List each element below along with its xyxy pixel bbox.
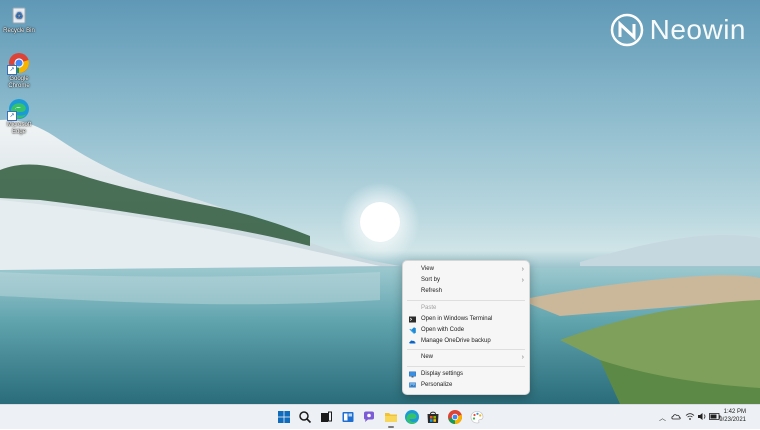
onedrive-icon: [409, 340, 416, 344]
menu-item-label: Personalize: [421, 381, 453, 388]
paint-icon[interactable]: [469, 409, 485, 425]
menu-item-label: Refresh: [421, 288, 443, 295]
display-icon: [409, 371, 416, 377]
menu-item-refresh[interactable]: Refresh: [403, 286, 529, 297]
menu-item-paste: Paste: [403, 303, 529, 314]
volume-icon[interactable]: [697, 412, 707, 423]
chrome-taskbar-icon[interactable]: [447, 409, 463, 425]
edge-icon: ↗: [7, 98, 30, 121]
file-explorer-icon[interactable]: [383, 409, 399, 428]
watermark-text: Neowin: [649, 14, 746, 45]
svg-text:♻: ♻: [15, 12, 23, 22]
widgets-icon[interactable]: [340, 409, 356, 425]
menu-item-label: Open in Windows Terminal: [421, 315, 493, 322]
chevron-right-icon: ›: [521, 277, 524, 285]
chat-icon[interactable]: [361, 409, 377, 425]
desktop-icon-label: Microsoft Edge: [6, 122, 32, 135]
menu-separator: [407, 349, 525, 351]
desktop[interactable]: ♻ Recycle Bin ↗ Google Chrome ↗ Microsof…: [0, 0, 760, 404]
menu-item-label: View: [421, 266, 434, 272]
menu-item-label: Sort by: [421, 277, 441, 284]
menu-separator: [407, 365, 525, 367]
terminal-icon: [409, 316, 416, 323]
desktop-icon-label: Recycle Bin: [3, 28, 35, 34]
menu-item-label: Display settings: [421, 370, 464, 377]
menu-item-personalize[interactable]: Personalize: [403, 380, 529, 391]
shortcut-arrow-icon: ↗: [7, 65, 17, 75]
desktop-icon-edge[interactable]: ↗ Microsoft Edge: [2, 98, 36, 136]
chevron-right-icon: ›: [521, 266, 524, 273]
chrome-icon: ↗: [7, 52, 30, 75]
menu-item-open-terminal[interactable]: Open in Windows Terminal: [403, 314, 529, 325]
menu-item-label: Manage OneDrive backup: [421, 338, 491, 345]
taskbar[interactable]: ︿ 1:42 PM 9/23/2021: [0, 404, 760, 429]
menu-item-open-with-code[interactable]: Open with Code: [403, 325, 529, 336]
edge-taskbar-icon[interactable]: [404, 409, 420, 425]
onedrive-tray-icon[interactable]: [671, 412, 681, 422]
system-clock[interactable]: 1:42 PM 9/23/2021: [719, 408, 746, 424]
store-icon[interactable]: [425, 409, 441, 425]
menu-item-new[interactable]: New ›: [403, 352, 529, 363]
vscode-icon: [409, 327, 416, 334]
menu-item-display-settings[interactable]: Display settings: [403, 369, 529, 380]
wifi-icon[interactable]: [685, 412, 695, 423]
menu-item-onedrive-backup[interactable]: Manage OneDrive backup: [403, 336, 529, 347]
chevron-right-icon: ›: [521, 354, 524, 362]
shortcut-arrow-icon: ↗: [7, 111, 17, 121]
neowin-watermark: Neowin: [610, 12, 746, 48]
neowin-logo-icon: [610, 13, 643, 47]
menu-item-sort-by[interactable]: Sort by ›: [403, 275, 529, 286]
menu-item-label: Open with Code: [421, 326, 465, 333]
chevron-up-icon[interactable]: ︿: [659, 413, 666, 423]
recycle-bin-icon: ♻: [8, 4, 30, 26]
search-icon[interactable]: [297, 409, 313, 425]
windows-start-icon[interactable]: [276, 409, 292, 425]
personalize-icon: [409, 382, 416, 388]
task-view-icon[interactable]: [318, 409, 334, 425]
menu-item-label: New: [421, 354, 434, 361]
desktop-context-menu[interactable]: View › Sort by › Refresh Paste Open in W…: [402, 260, 530, 395]
desktop-icon-recycle-bin[interactable]: ♻ Recycle Bin: [2, 4, 36, 35]
desktop-icon-label: Google Chrome: [8, 76, 30, 89]
menu-item-view[interactable]: View ›: [403, 264, 529, 275]
menu-item-label: Paste: [421, 304, 437, 311]
clock-time: 1:42 PM: [723, 409, 746, 415]
desktop-icon-chrome[interactable]: ↗ Google Chrome: [2, 52, 36, 90]
wallpaper: [0, 119, 760, 404]
clock-date: 9/23/2021: [719, 417, 746, 423]
menu-separator: [407, 299, 525, 301]
